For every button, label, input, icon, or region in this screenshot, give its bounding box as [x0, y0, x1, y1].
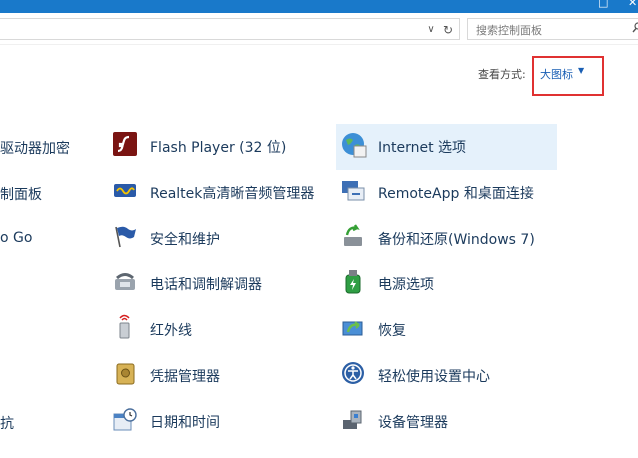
left-item-to-go[interactable]: o Go [0, 230, 32, 246]
recovery-icon [340, 314, 368, 342]
cp-item-device-manager[interactable]: 设备管理器 [340, 402, 550, 442]
flash-player-icon [112, 131, 140, 159]
item-label: RemoteApp 和桌面连接 [378, 186, 534, 202]
navigation-row: ∨ ↻ 搜索控制面板 [0, 16, 638, 42]
security-flag-icon [112, 223, 140, 251]
item-label: Flash Player (32 位) [150, 140, 287, 156]
item-label: 轻松使用设置中心 [378, 369, 490, 385]
search-input[interactable]: 搜索控制面板 [467, 18, 638, 40]
search-placeholder: 搜索控制面板 [476, 24, 542, 37]
phone-modem-icon [112, 268, 140, 296]
cp-item-phone-modem[interactable]: 电话和调制解调器 [112, 264, 322, 304]
calendar-clock-icon [112, 406, 140, 434]
power-options-icon [340, 268, 368, 296]
item-label: 设备管理器 [378, 415, 448, 431]
item-label: 安全和维护 [150, 232, 220, 248]
item-label: 电话和调制解调器 [150, 277, 262, 293]
left-item-nav[interactable]: 抗 [0, 413, 14, 433]
cp-item-security[interactable]: 安全和维护 [112, 219, 322, 259]
item-label: 备份和还原(Windows 7) [378, 232, 535, 248]
cp-item-remoteapp[interactable]: RemoteApp 和桌面连接 [340, 173, 550, 213]
refresh-icon[interactable]: ↻ [440, 23, 456, 37]
cp-item-flash-player[interactable]: Flash Player (32 位) [112, 127, 322, 167]
cp-item-backup-restore[interactable]: 备份和还原(Windows 7) [340, 219, 550, 259]
cp-item-realtek[interactable]: Realtek高清晰音频管理器 [112, 173, 322, 213]
ease-of-access-icon [340, 360, 368, 388]
item-label: 日期和时间 [150, 415, 220, 431]
device-manager-icon [340, 406, 368, 434]
cp-item-power-options[interactable]: 电源选项 [340, 264, 550, 304]
chevron-down-icon[interactable]: ∨ [424, 23, 438, 37]
close-icon[interactable]: ✕ [628, 0, 637, 9]
internet-globe-icon [340, 131, 368, 159]
cp-item-credential-manager[interactable]: 凭据管理器 [112, 356, 322, 396]
item-label: 红外线 [150, 323, 192, 339]
divider [0, 44, 638, 45]
cp-item-ease-of-access[interactable]: 轻松使用设置中心 [340, 356, 550, 396]
search-icon[interactable] [632, 22, 638, 36]
caret-down-icon[interactable]: ▼ [578, 66, 584, 75]
item-label: 电源选项 [378, 277, 434, 293]
address-bar[interactable]: ∨ ↻ [0, 18, 460, 40]
cp-item-date-time[interactable]: 日期和时间 [112, 402, 322, 442]
realtek-audio-icon [112, 177, 140, 205]
cp-item-infrared[interactable]: 红外线 [112, 310, 322, 350]
maximize-icon[interactable]: □ [598, 0, 608, 9]
cp-item-recovery[interactable]: 恢复 [340, 310, 550, 350]
view-by-label: 查看方式: [478, 68, 526, 81]
item-label: Internet 选项 [378, 140, 467, 156]
credential-vault-icon [112, 360, 140, 388]
remoteapp-icon [340, 177, 368, 205]
infrared-icon [112, 314, 140, 342]
view-by-dropdown[interactable]: 大图标 [540, 66, 573, 82]
title-bar: □ ✕ [0, 0, 638, 13]
backup-restore-icon [340, 223, 368, 251]
left-item-control-panel[interactable]: 制面板 [0, 184, 42, 204]
item-label: 恢复 [378, 323, 406, 339]
left-item-bitlocker[interactable]: 驱动器加密 [0, 138, 70, 158]
item-label: 凭据管理器 [150, 369, 220, 385]
item-label: Realtek高清晰音频管理器 [150, 186, 315, 202]
cp-item-internet-options[interactable]: Internet 选项 [336, 124, 557, 170]
